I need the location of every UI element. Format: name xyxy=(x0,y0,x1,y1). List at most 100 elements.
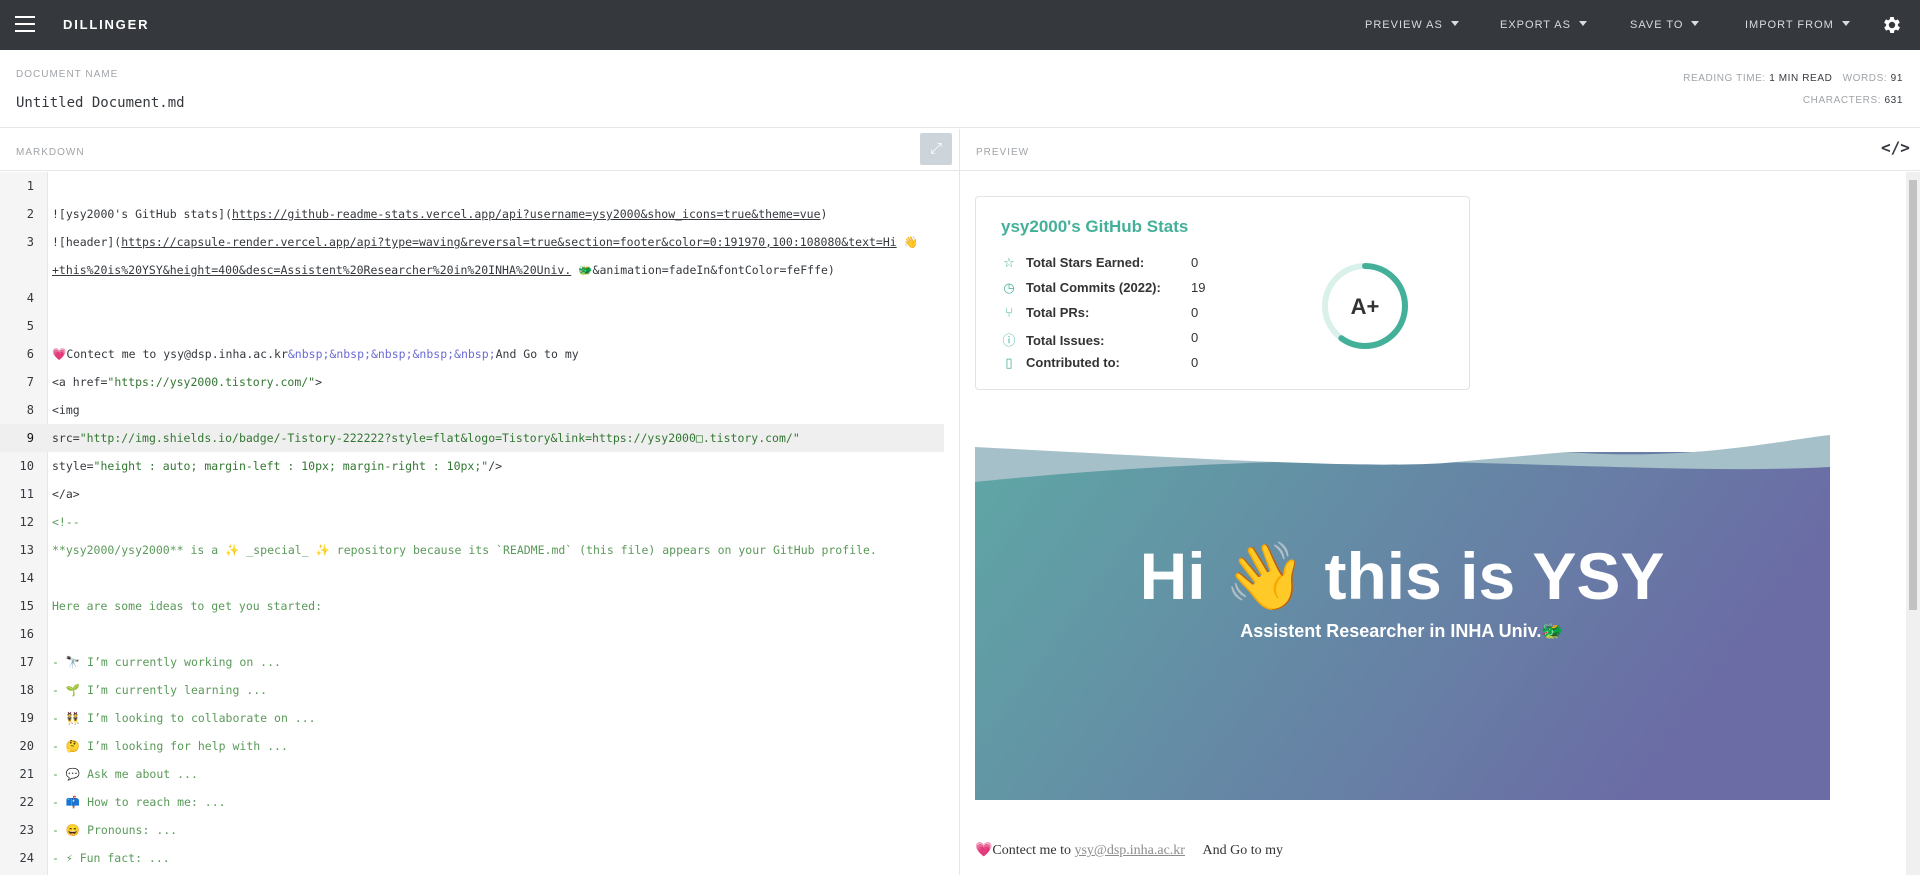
editor-line[interactable]: 16 xyxy=(0,620,944,648)
line-content: ![header](https://capsule-render.vercel.… xyxy=(52,235,918,249)
line-content: - 🤔 I’m looking for help with ... xyxy=(52,739,288,753)
github-stats-card: ysy2000's GitHub Stats ☆ Total Stars Earn… xyxy=(975,196,1470,390)
line-number: 24 xyxy=(19,851,34,865)
stat-label: Total Stars Earned: xyxy=(1026,255,1145,270)
line-number: 8 xyxy=(26,403,34,417)
line-content: <!-- xyxy=(52,515,80,529)
line-number: 11 xyxy=(19,487,34,501)
editor-line[interactable]: 21 - 💬 Ask me about ... xyxy=(0,760,944,788)
line-number: 16 xyxy=(19,627,34,641)
line-content: </a> xyxy=(52,487,80,501)
line-content: style="height : auto; margin-left : 10px… xyxy=(52,459,503,473)
stat-row: ▯ Contributed to: 0 xyxy=(1001,355,1301,373)
editor-line[interactable]: 1 xyxy=(0,172,944,200)
editor-line[interactable]: 19 - 👯 I’m looking to collaborate on ... xyxy=(0,704,944,732)
banner-title: Hi 👋 this is YSY xyxy=(1140,539,1665,616)
import-from-menu[interactable]: IMPORT FROM xyxy=(1745,19,1850,31)
line-number: 19 xyxy=(19,711,34,725)
document-header: DOCUMENT NAME Untitled Document.md READI… xyxy=(0,50,1920,128)
stat-value: 0 xyxy=(1191,305,1199,320)
line-content: - 📫 How to reach me: ... xyxy=(52,795,226,809)
editor-line[interactable]: 10 style="height : auto; margin-left : 1… xyxy=(0,452,944,480)
preview-scrollbar[interactable] xyxy=(1906,172,1920,875)
editor-line[interactable]: 2 ![ysy2000's GitHub stats](https://githu… xyxy=(0,200,944,228)
editor-line[interactable]: 24 - ⚡ Fun fact: ... xyxy=(0,844,944,872)
line-content: +this%20is%20YSY&height=400&desc=Assiste… xyxy=(52,263,835,277)
line-content: - 💬 Ask me about ... xyxy=(52,767,198,781)
export-as-menu[interactable]: EXPORT AS xyxy=(1500,19,1587,31)
stat-row: ⑂ Total PRs: 0 xyxy=(1001,305,1301,323)
star-icon: ☆ xyxy=(1003,255,1015,270)
stat-row: ⓘ Total Issues: 0 xyxy=(1001,330,1301,348)
line-number: 7 xyxy=(26,375,34,389)
hamburger-menu-icon[interactable] xyxy=(15,16,35,32)
editor-line[interactable]: 7 <a href="https://ysy2000.tistory.com/"> xyxy=(0,368,944,396)
character-count-value: 631 xyxy=(1884,95,1903,106)
editor-line[interactable]: 5 xyxy=(0,312,944,340)
chevron-down-icon xyxy=(1691,21,1700,26)
line-number: 18 xyxy=(19,683,34,697)
save-to-menu[interactable]: SAVE TO xyxy=(1630,19,1700,31)
settings-gear-icon[interactable] xyxy=(1881,14,1903,36)
line-number: 2 xyxy=(26,207,34,221)
editor-line[interactable]: 22 - 📫 How to reach me: ... xyxy=(0,788,944,816)
editor-line[interactable]: 11 </a> xyxy=(0,480,944,508)
line-number: 5 xyxy=(26,319,34,333)
editor-line[interactable]: +this%20is%20YSY&height=400&desc=Assiste… xyxy=(0,256,944,284)
preview-as-menu[interactable]: PREVIEW AS xyxy=(1365,19,1459,31)
editor-line[interactable]: 14 xyxy=(0,564,944,592)
line-number: 6 xyxy=(26,347,34,361)
line-content: - 😄 Pronouns: ... xyxy=(52,823,178,837)
preview-label: PREVIEW xyxy=(976,147,1030,158)
document-stats: READING TIME: 1 MIN READ WORDS: 91 CHARA… xyxy=(1683,73,1903,106)
app-brand[interactable]: DILLINGER xyxy=(63,17,149,32)
reading-time-value: 1 MIN READ xyxy=(1769,73,1833,84)
editor-line[interactable]: 23 - 😄 Pronouns: ... xyxy=(0,816,944,844)
line-content: - ⚡ Fun fact: ... xyxy=(52,851,170,865)
editor-line[interactable]: 6 💗Contect me to ysy@dsp.inha.ac.kr&nbsp;… xyxy=(0,340,944,368)
line-number: 13 xyxy=(19,543,34,557)
editor-line[interactable]: 20 - 🤔 I’m looking for help with ... xyxy=(0,732,944,760)
stats-card-title: ysy2000's GitHub Stats xyxy=(1001,217,1189,236)
preview-scrollbar-thumb[interactable] xyxy=(1909,180,1917,610)
stat-value: 0 xyxy=(1191,330,1199,345)
editor-line[interactable]: 17 - 🔭 I’m currently working on ... xyxy=(0,648,944,676)
stat-label: Contributed to: xyxy=(1026,355,1120,370)
code-toggle-icon[interactable]: </> xyxy=(1881,138,1910,157)
top-navbar: DILLINGER PREVIEW AS EXPORT AS SAVE TO I… xyxy=(0,0,1920,50)
line-number: 3 xyxy=(26,235,34,249)
markdown-editor[interactable]: 1 2 ![ysy2000's GitHub stats](https://gith… xyxy=(0,172,944,875)
line-content: <a href="https://ysy2000.tistory.com/"> xyxy=(52,375,323,389)
document-name-field[interactable]: Untitled Document.md xyxy=(16,95,185,111)
editor-line[interactable]: 4 xyxy=(0,284,944,312)
line-number: 15 xyxy=(19,599,34,613)
line-number: 22 xyxy=(19,795,34,809)
line-content: - 🔭 I’m currently working on ... xyxy=(52,655,281,669)
stat-label: Total Issues: xyxy=(1026,333,1105,348)
editor-line[interactable]: 18 - 🌱 I’m currently learning ... xyxy=(0,676,944,704)
email-link[interactable]: ysy@dsp.inha.ac.kr xyxy=(1074,843,1184,858)
line-content: ![ysy2000's GitHub stats](https://github… xyxy=(52,207,828,221)
stat-row: ☆ Total Stars Earned: 0 xyxy=(1001,255,1301,273)
editor-line[interactable]: 13 **ysy2000/ysy2000** is a ✨ _special_ ✨… xyxy=(0,536,944,564)
editor-line[interactable]: 9 src="http://img.shields.io/badge/-Tist… xyxy=(0,424,944,452)
stat-label: Total Commits (2022): xyxy=(1026,280,1161,295)
editor-line[interactable]: 15 Here are some ideas to get you started… xyxy=(0,592,944,620)
editor-line[interactable]: 3 ![header](https://capsule-render.vercel… xyxy=(0,228,944,256)
line-number: 17 xyxy=(19,655,34,669)
chevron-down-icon xyxy=(1578,21,1587,26)
stat-row: ◷ Total Commits (2022): 19 xyxy=(1001,280,1301,298)
editor-line[interactable]: 8 <img xyxy=(0,396,944,424)
line-number: 4 xyxy=(26,291,34,305)
expand-icon[interactable]: ⤢ xyxy=(920,133,952,165)
line-content: - 🌱 I’m currently learning ... xyxy=(52,683,268,697)
stat-value: 19 xyxy=(1191,280,1206,295)
word-count-value: 91 xyxy=(1890,73,1903,84)
markdown-label: MARKDOWN xyxy=(16,147,85,158)
markdown-pane-header: MARKDOWN ⤢ xyxy=(0,129,959,171)
editor-line[interactable]: 12 <!-- xyxy=(0,508,944,536)
line-number: 23 xyxy=(19,823,34,837)
line-content: - 👯 I’m looking to collaborate on ... xyxy=(52,711,316,725)
line-number: 14 xyxy=(19,571,34,585)
repo-icon: ▯ xyxy=(1005,355,1013,370)
